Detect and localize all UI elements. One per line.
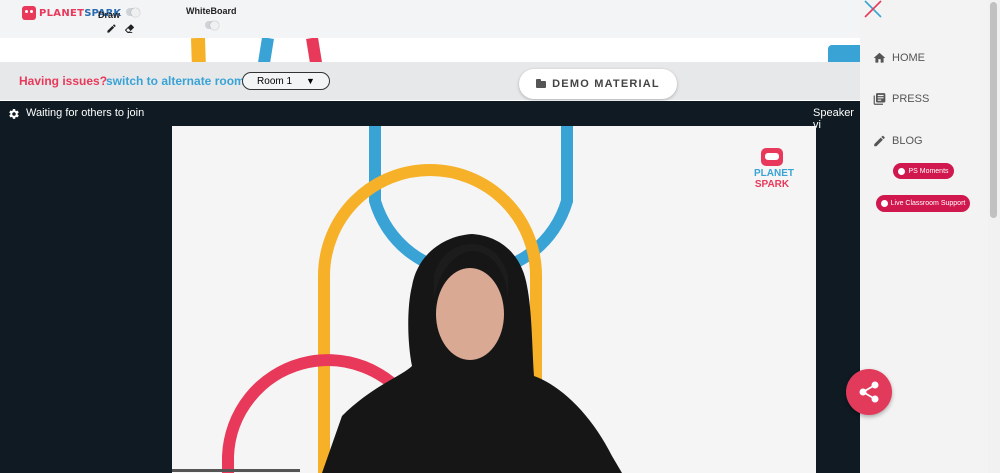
share-button[interactable] xyxy=(846,369,892,415)
eraser-icon[interactable] xyxy=(124,21,135,39)
whiteboard-label: WhiteBoard xyxy=(186,6,237,16)
issue-bar: Having issues? switch to alternate room xyxy=(0,62,860,100)
nav-blog-label: BLOG xyxy=(892,135,923,147)
settings-gear-icon[interactable] xyxy=(8,107,20,125)
nav-home[interactable]: HOME xyxy=(872,51,925,65)
nav-press-label: PRESS xyxy=(892,93,930,105)
folder-icon xyxy=(536,78,547,88)
nav-blog[interactable]: BLOG xyxy=(872,134,923,148)
logo-word-planet: PLANET xyxy=(39,7,85,19)
close-circle-icon xyxy=(880,200,888,207)
robot-logo-icon xyxy=(761,148,783,166)
speaker-view-toggle[interactable]: Speaker vi xyxy=(813,107,860,131)
pencil-icon[interactable] xyxy=(106,21,117,39)
demo-material-label: DEMO MATERIAL xyxy=(552,78,660,90)
live-classroom-support-button[interactable]: Live Classroom Support xyxy=(876,195,970,212)
ps-moments-label: PS Moments xyxy=(908,167,949,175)
newspaper-icon xyxy=(873,93,886,105)
live-support-label: Live Classroom Support xyxy=(890,200,966,207)
nav-home-label: HOME xyxy=(892,52,925,64)
video-area: Waiting for others to join Speaker vi PL… xyxy=(0,101,860,473)
camera-feed: PLANET SPARK xyxy=(172,126,816,473)
top-toolbar: PLANET SPARK Draw WhiteBoard xyxy=(0,0,860,38)
close-circle-icon xyxy=(898,167,906,175)
home-icon xyxy=(873,52,886,63)
nav-press[interactable]: PRESS xyxy=(872,92,929,106)
close-icon[interactable] xyxy=(864,0,882,23)
virtual-background xyxy=(222,126,622,473)
share-icon xyxy=(859,381,879,403)
demo-material-button[interactable]: DEMO MATERIAL xyxy=(519,69,677,99)
switch-room-link[interactable]: switch to alternate room xyxy=(106,74,245,88)
ps-moments-button[interactable]: PS Moments xyxy=(893,163,954,179)
pencil-icon xyxy=(874,135,885,147)
draw-toggle[interactable] xyxy=(126,7,140,17)
robot-logo-icon xyxy=(22,6,36,20)
planetspark-watermark: PLANET SPARK xyxy=(754,148,794,190)
person-silhouette xyxy=(322,234,622,473)
video-progress-track xyxy=(172,469,300,472)
draw-label: Draw xyxy=(98,10,121,20)
room-select-value: Room 1 xyxy=(257,75,293,87)
scrollbar-thumb[interactable] xyxy=(990,2,997,218)
brand-line-planet: PLANET xyxy=(754,168,794,179)
whiteboard-toggle[interactable] xyxy=(205,20,219,30)
waiting-status: Waiting for others to join xyxy=(26,107,145,119)
video-status-bar: Waiting for others to join Speaker vi xyxy=(0,101,860,131)
dropdown-arrow-icon: ▼ xyxy=(306,76,315,86)
issue-prefix: Having issues? xyxy=(19,74,108,88)
brand-line-spark: SPARK xyxy=(754,179,790,190)
room-select[interactable]: Room 1 ▼ xyxy=(242,72,330,90)
